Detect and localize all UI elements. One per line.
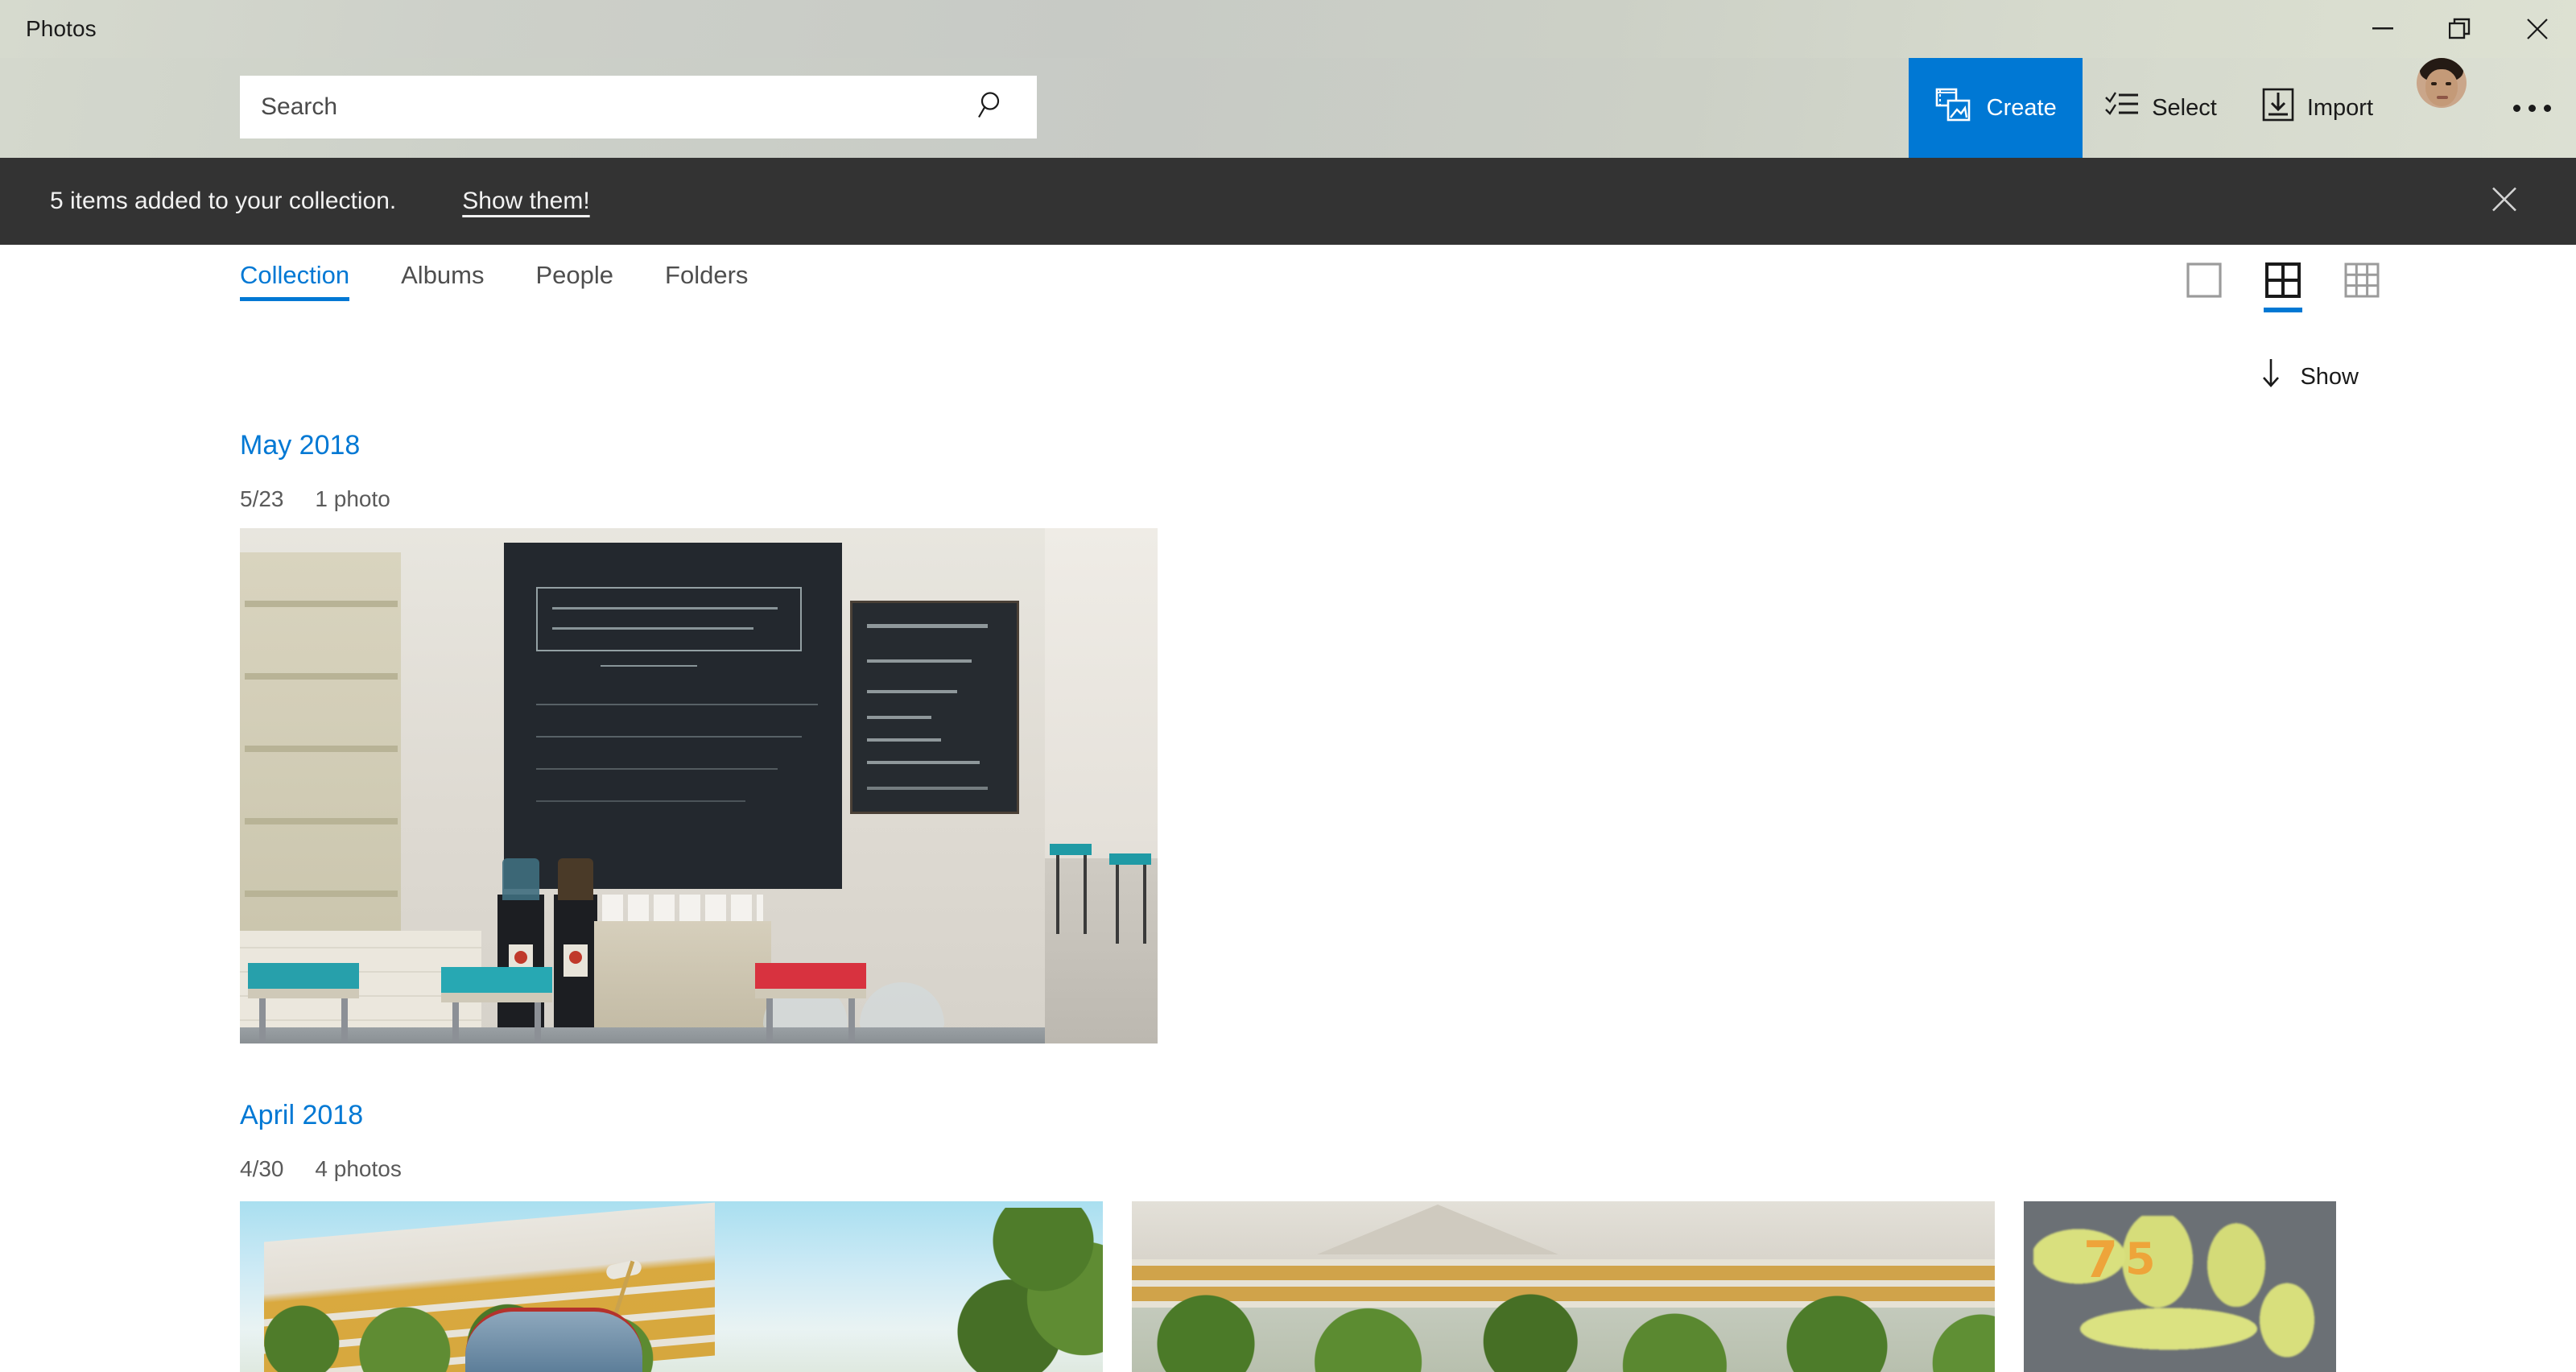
group-count-may: 1 photo <box>315 486 390 511</box>
tab-people[interactable]: People <box>536 261 642 301</box>
graffiti-digit-5: 5 <box>2125 1234 2156 1284</box>
graffiti-tag <box>2033 1216 2315 1361</box>
import-button[interactable]: Import <box>2240 58 2396 158</box>
graffiti-photo[interactable]: 7 5 <box>2024 1201 2336 1372</box>
april-photo-row: 7 5 <box>240 1201 2336 1372</box>
restore-button[interactable] <box>2421 0 2499 58</box>
bar-stool-teal-1 <box>248 963 359 1043</box>
bar-stool-teal-2 <box>441 967 552 1043</box>
more-dot-1 <box>2512 104 2520 112</box>
notification-message: 5 items added to your collection. <box>50 188 397 214</box>
group-subtitle-april: 4/30 4 photos <box>240 1156 402 1182</box>
select-button[interactable]: Select <box>2083 58 2240 158</box>
avatar-eye-left <box>2431 82 2437 85</box>
search-box[interactable]: Search <box>240 76 1037 138</box>
tab-folders[interactable]: Folders <box>665 261 775 301</box>
notification-close-button[interactable] <box>2491 186 2518 217</box>
group-date-april: 4/30 <box>240 1156 284 1181</box>
avatar-eye-right <box>2446 82 2451 85</box>
notification-bar: 5 items added to your collection. Show t… <box>0 158 2576 245</box>
close-icon <box>2492 187 2516 212</box>
more-dot-2 <box>2528 104 2536 112</box>
close-button[interactable] <box>2499 0 2576 58</box>
single-large-view-button[interactable] <box>2183 262 2225 298</box>
restore-icon <box>2449 18 2471 39</box>
import-button-label: Import <box>2306 94 2373 121</box>
chalkboard-frame <box>536 587 802 651</box>
avatar-face <box>2425 69 2458 106</box>
window-controls <box>2344 0 2576 58</box>
graffiti-digit-7: 7 <box>2083 1230 2119 1289</box>
coffee-grinder-right <box>554 858 597 1027</box>
close-icon <box>2527 19 2548 39</box>
street-tram-photo[interactable] <box>240 1201 1103 1372</box>
cafe-interior-photo[interactable] <box>240 528 1158 1043</box>
chalkboard-main <box>504 543 842 889</box>
group-title-may[interactable]: May 2018 <box>240 430 360 461</box>
avatar-mouth <box>2437 96 2448 99</box>
back-room <box>1045 528 1158 1043</box>
tab-albums[interactable]: Albums <box>401 261 511 301</box>
tab-collection[interactable]: Collection <box>240 261 377 301</box>
create-button[interactable]: Create <box>1909 58 2083 158</box>
view-mode-switcher <box>2183 262 2383 312</box>
group-title-april[interactable]: April 2018 <box>240 1100 363 1131</box>
roofline <box>1132 1201 1995 1262</box>
small-grid-view-button[interactable] <box>2341 262 2383 298</box>
trees-right <box>886 1208 1103 1372</box>
chalkboard-seasonal <box>850 601 1019 814</box>
search-input[interactable]: Search <box>261 93 337 121</box>
active-view-indicator <box>2264 308 2302 312</box>
espresso-machine <box>594 921 771 1030</box>
gable-roof <box>1317 1205 1558 1254</box>
minimize-icon <box>2372 27 2393 30</box>
group-subtitle-may: 5/23 1 photo <box>240 486 390 512</box>
title-bar: Photos <box>0 0 2576 58</box>
medium-grid-view-button[interactable] <box>2262 262 2304 312</box>
bar-stool-red <box>755 963 866 1043</box>
grid-2x2-icon <box>2265 262 2301 298</box>
create-button-label: Create <box>1986 94 2057 121</box>
avatar[interactable] <box>2417 58 2467 108</box>
command-bar-actions: Create Select Import <box>1909 58 2576 158</box>
glass-shelf <box>240 552 401 931</box>
minimize-button[interactable] <box>2344 0 2421 58</box>
tab-bar: Collection Albums People Folders Show <box>0 245 2576 390</box>
single-square-icon <box>2186 262 2222 298</box>
tram-windshield <box>465 1308 642 1372</box>
search-icon[interactable] <box>977 90 1008 125</box>
show-them-link[interactable]: Show them! <box>462 188 589 215</box>
more-options-button[interactable] <box>2487 58 2576 158</box>
grid-3x3-icon <box>2344 262 2380 298</box>
building-trees-photo[interactable] <box>1132 1201 1995 1372</box>
checklist-icon <box>2105 90 2139 126</box>
counter-top <box>240 1027 1045 1043</box>
import-download-icon <box>2262 88 2294 128</box>
group-count-april: 4 photos <box>315 1156 402 1181</box>
more-dot-3 <box>2543 104 2551 112</box>
command-bar: Search Create Select Import <box>0 58 2576 158</box>
tree-foliage <box>1132 1259 1995 1372</box>
photo-collection: May 2018 5/23 1 photo April 2018 4/30 4 … <box>0 325 2576 1372</box>
select-button-label: Select <box>2152 94 2217 121</box>
app-title: Photos <box>26 16 97 41</box>
create-photo-video-icon <box>1935 88 1972 128</box>
tab-list: Collection Albums People Folders <box>240 261 799 301</box>
group-date-may: 5/23 <box>240 486 284 511</box>
stacked-cups <box>602 895 763 924</box>
